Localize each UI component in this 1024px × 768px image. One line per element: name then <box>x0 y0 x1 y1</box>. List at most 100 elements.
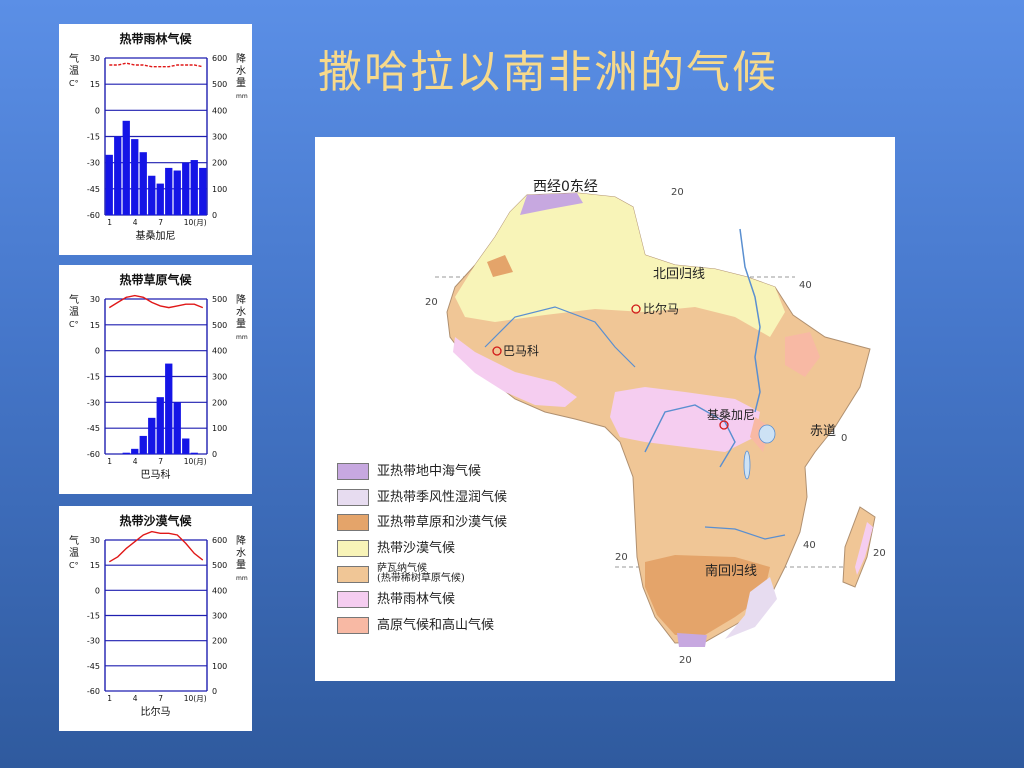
precip-tick: 500 <box>212 561 227 570</box>
tick-bottom-20: 20 <box>679 655 692 666</box>
precip-bar <box>190 160 198 215</box>
precip-tick: 600 <box>212 536 227 545</box>
temp-line <box>108 530 204 563</box>
temp-tick: 0 <box>95 586 100 595</box>
precip-tick: 500 <box>212 321 227 330</box>
precip-bar <box>131 139 139 215</box>
legend-label: 热带雨林气候 <box>377 591 456 607</box>
legend-label: 萨瓦纳气候 (热带稀树草原气候) <box>377 562 465 585</box>
precip-bar <box>131 448 139 454</box>
precip-axis-label: 水 <box>236 306 246 318</box>
precip-axis-label: mm <box>236 575 248 582</box>
temp-tick: -15 <box>87 133 100 142</box>
month-tick: 7 <box>158 218 163 227</box>
precip-bar <box>148 417 156 454</box>
climate-chart-savanna: 热带草原气候气温 C° 降水量 mm 30 500 15 500 0 400 -15 300 -30 20… <box>59 265 252 494</box>
precip-tick: 300 <box>212 373 227 382</box>
precip-tick: 200 <box>212 398 227 407</box>
tick-left-20: 20 <box>425 297 438 308</box>
temp-tick: 0 <box>95 347 100 356</box>
temp-axis-label: 温 <box>69 547 79 559</box>
legend-label: 亚热带地中海气候 <box>377 463 482 479</box>
legend-swatch <box>337 514 369 532</box>
temp-tick: -15 <box>87 612 100 621</box>
meridian-label: 西经0东经 <box>533 179 598 195</box>
legend-label-sub: (热带稀树草原气候) <box>377 573 465 585</box>
precip-bar <box>182 438 190 454</box>
tick-right-40: 40 <box>799 280 812 291</box>
tick-top-20: 20 <box>671 187 684 198</box>
legend-swatch <box>337 488 369 506</box>
month-tick: 10(月) <box>184 694 207 703</box>
month-tick: 10(月) <box>184 218 207 227</box>
map-legend: 亚热带地中海气候 亚热带季风性湿润气候 亚热带草原和沙漠气候 热带沙漠气候 萨瓦纳气候(… <box>337 459 507 638</box>
precip-tick: 600 <box>212 54 227 63</box>
precip-tick: 400 <box>212 586 227 595</box>
chart-title: 热带沙漠气候 <box>119 513 192 528</box>
precip-tick: 300 <box>212 133 227 142</box>
temp-line <box>108 294 204 309</box>
temp-tick: -45 <box>87 662 100 671</box>
temp-tick: -45 <box>87 424 100 433</box>
month-tick: 10(月) <box>184 457 207 466</box>
tropic-north-label: 北回归线 <box>653 267 705 282</box>
precip-bar <box>122 120 130 215</box>
tropic-south-label: 南回归线 <box>705 563 757 579</box>
precip-bar <box>156 183 164 215</box>
legend-swatch <box>337 463 369 481</box>
temp-tick: 30 <box>90 54 100 63</box>
precip-bar <box>156 397 164 454</box>
precip-tick: 200 <box>212 637 227 646</box>
legend-item: 热带雨林气候 <box>337 587 507 613</box>
madagascar <box>842 506 876 588</box>
precip-tick: 100 <box>212 185 227 194</box>
precip-bar <box>199 167 207 215</box>
legend-label: 亚热带季风性湿润气候 <box>377 489 508 505</box>
climate-chart-svg: 热带雨林气候气温 C° 降水量 mm 30 600 15 500 0 400 -15 300 -30 20… <box>69 31 248 242</box>
precip-tick: 300 <box>212 612 227 621</box>
month-tick: 7 <box>158 457 163 466</box>
bilma-label: 比尔马 <box>643 301 679 316</box>
station-name: 巴马科 <box>141 468 171 481</box>
slide-title: 撒哈拉以南非洲的气候 <box>318 47 778 98</box>
month-tick: 4 <box>133 694 138 703</box>
temp-tick: 15 <box>90 80 100 89</box>
station-name: 比尔马 <box>141 705 171 718</box>
temp-tick: -45 <box>87 185 100 194</box>
precip-tick: 100 <box>212 662 227 671</box>
tick-madagascar-20: 20 <box>873 548 886 559</box>
precip-axis-label: 水 <box>236 547 246 559</box>
temp-tick: 15 <box>90 321 100 330</box>
temp-axis-label: C° <box>69 79 79 88</box>
precip-bar <box>139 152 147 215</box>
legend-item: 亚热带草原和沙漠气候 <box>337 510 507 536</box>
precip-axis-label: 降 <box>236 293 246 306</box>
precip-tick: 500 <box>212 80 227 89</box>
precip-tick: 0 <box>212 450 217 459</box>
legend-swatch <box>337 591 369 609</box>
temp-axis-label: 气 <box>69 52 79 65</box>
kisangani-label: 基桑加尼 <box>707 408 755 422</box>
temp-tick: 0 <box>95 106 100 115</box>
temp-tick: -30 <box>87 159 100 168</box>
precip-axis-label: 降 <box>236 52 246 65</box>
precip-axis-label: 量 <box>236 77 246 89</box>
climate-chart-svg: 热带草原气候气温 C° 降水量 mm 30 500 15 500 0 400 -15 300 -30 20… <box>69 272 248 481</box>
precip-tick: 0 <box>212 687 217 696</box>
lake-victoria <box>758 424 776 444</box>
bamako-label: 巴马科 <box>503 344 539 358</box>
precip-bar <box>165 167 173 215</box>
precip-bar <box>139 435 147 454</box>
legend-item: 亚热带季风性湿润气候 <box>337 485 507 511</box>
temp-tick: 30 <box>90 295 100 304</box>
precip-tick: 400 <box>212 106 227 115</box>
precip-bar <box>173 402 181 454</box>
month-tick: 4 <box>133 457 138 466</box>
precip-tick: 100 <box>212 424 227 433</box>
precip-axis-label: mm <box>236 93 248 100</box>
legend-item: 萨瓦纳气候 (热带稀树草原气候) <box>337 561 507 587</box>
temp-tick: -30 <box>87 398 100 407</box>
temp-axis-label: 温 <box>69 306 79 318</box>
temp-tick: -30 <box>87 637 100 646</box>
month-tick: 1 <box>107 694 112 703</box>
